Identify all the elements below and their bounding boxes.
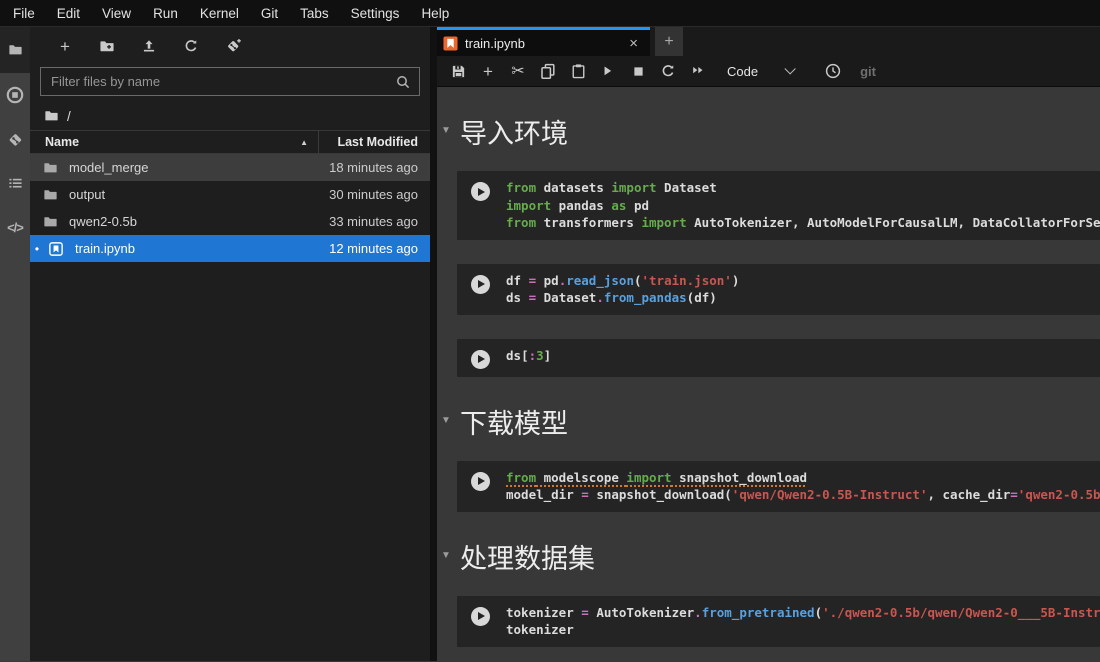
tab-train-ipynb[interactable]: train.ipynb × (437, 27, 650, 56)
folder-icon (38, 215, 62, 229)
folder-icon (38, 188, 62, 202)
folder-icon (38, 161, 62, 175)
file-browser-panel: + / Name ▲ Last Modified model_merge18 m… (30, 27, 430, 661)
file-name: output (62, 187, 312, 202)
file-list: model_merge18 minutes agooutput30 minute… (30, 154, 430, 262)
refresh-icon[interactable] (170, 31, 212, 61)
section-heading: 处理数据集 (460, 540, 595, 578)
menu-view[interactable]: View (91, 0, 142, 27)
code-cell[interactable]: tokenizer = AutoTokenizer.from_pretraine… (457, 596, 1100, 647)
sort-ascending-icon: ▲ (300, 138, 308, 147)
tab-bar: train.ipynb × + (437, 27, 1100, 56)
menu-run[interactable]: Run (142, 0, 189, 27)
menu-bar: FileEditViewRunKernelGitTabsSettingsHelp (0, 0, 1100, 27)
menu-git[interactable]: Git (250, 0, 289, 27)
cut-cells-icon[interactable]: ✂ (503, 58, 533, 84)
file-list-header: Name ▲ Last Modified (30, 130, 430, 154)
paste-cells-icon[interactable] (563, 58, 593, 84)
running-dot: • (30, 242, 44, 256)
menu-kernel[interactable]: Kernel (189, 0, 250, 27)
code-editor[interactable]: df = pd.read_json('train.json')ds = Data… (506, 272, 739, 307)
file-name: train.ipynb (68, 241, 312, 256)
notebook-content: ▼ 导入环境 from datasets import Datasetimport … (437, 87, 1100, 661)
close-tab-icon[interactable]: × (625, 35, 642, 52)
new-tab-button[interactable]: + (655, 27, 683, 56)
insert-cell-icon[interactable]: + (473, 58, 503, 84)
run-cell-icon[interactable] (471, 275, 490, 294)
search-icon (395, 74, 411, 90)
code-cell[interactable]: from datasets import Datasetimport panda… (457, 171, 1100, 240)
filter-files-input[interactable] (51, 74, 395, 89)
run-cell-icon[interactable] (471, 182, 490, 201)
collapse-section-icon[interactable]: ▼ (441, 415, 453, 426)
column-header-last-modified[interactable]: Last Modified (318, 130, 430, 154)
new-folder-icon[interactable] (86, 31, 128, 61)
file-name: qwen2-0.5b (62, 214, 312, 229)
menu-settings[interactable]: Settings (340, 0, 411, 27)
activity-bar: </> (0, 27, 30, 661)
menu-file[interactable]: File (2, 0, 46, 27)
file-name: model_merge (62, 160, 312, 175)
run-cell-icon[interactable] (593, 58, 623, 84)
last-modified: 30 minutes ago (312, 187, 430, 202)
file-row-model_merge[interactable]: model_merge18 minutes ago (30, 154, 430, 181)
section-heading: 导入环境 (460, 115, 568, 153)
home-folder-icon[interactable] (43, 109, 60, 123)
last-modified: 18 minutes ago (312, 160, 430, 175)
new-launcher-icon[interactable]: + (44, 31, 86, 61)
notebook-toolbar: +✂ Code git (437, 56, 1100, 87)
markdown-cell[interactable]: ▼ 下载模型 (441, 405, 1100, 443)
breadcrumb[interactable]: / (30, 102, 430, 130)
code-editor[interactable]: ds[:3] (506, 347, 551, 369)
menu-edit[interactable]: Edit (46, 0, 91, 27)
last-modified: 33 minutes ago (312, 214, 430, 229)
markdown-cell[interactable]: ▼ 处理数据集 (441, 540, 1100, 578)
breadcrumb-root[interactable]: / (67, 109, 71, 124)
column-header-name[interactable]: Name ▲ (30, 135, 318, 149)
file-row-train.ipynb[interactable]: • train.ipynb12 minutes ago (30, 235, 430, 262)
code-editor[interactable]: from datasets import Datasetimport panda… (506, 179, 1100, 232)
interrupt-kernel-icon[interactable] (623, 58, 653, 84)
collapse-section-icon[interactable]: ▼ (441, 125, 453, 136)
collapse-section-icon[interactable]: ▼ (441, 550, 453, 561)
restart-run-all-icon[interactable] (683, 58, 713, 84)
code-editor[interactable]: tokenizer = AutoTokenizer.from_pretraine… (506, 604, 1100, 639)
history-clock-icon[interactable] (818, 58, 848, 84)
section-heading: 下载模型 (460, 405, 568, 443)
sidebar-extensions-icon[interactable]: </> (0, 205, 30, 249)
menu-tabs[interactable]: Tabs (289, 0, 340, 27)
tab-title: train.ipynb (465, 36, 618, 51)
upload-icon[interactable] (128, 31, 170, 61)
panel-divider[interactable] (430, 27, 437, 661)
filter-box (40, 67, 420, 96)
restart-kernel-icon[interactable] (653, 58, 683, 84)
sidebar-file-browser-icon[interactable] (0, 27, 30, 73)
run-cell-icon[interactable] (471, 350, 490, 369)
git-toolbar-label[interactable]: git (860, 64, 876, 79)
run-cell-icon[interactable] (471, 607, 490, 626)
git-init-icon[interactable] (212, 31, 254, 61)
menu-help[interactable]: Help (410, 0, 460, 27)
save-icon[interactable] (443, 58, 473, 84)
notebook-icon (44, 242, 68, 256)
file-row-output[interactable]: output30 minutes ago (30, 181, 430, 208)
document-area: train.ipynb × + +✂ Code git ▼导入环境from da… (437, 27, 1100, 661)
file-row-qwen2-0.5b[interactable]: qwen2-0.5b33 minutes ago (30, 208, 430, 235)
last-modified: 12 minutes ago (312, 241, 430, 256)
main-row: </> + / Name ▲ Last Modified model_merge… (0, 27, 1100, 661)
chevron-down-icon[interactable] (785, 63, 796, 74)
run-cell-icon[interactable] (471, 472, 490, 491)
sidebar-running-kernels-icon[interactable] (0, 73, 30, 117)
markdown-cell[interactable]: ▼ 导入环境 (441, 115, 1100, 153)
code-editor[interactable]: from modelscope import snapshot_download… (506, 469, 1100, 504)
sidebar-table-of-contents-icon[interactable] (0, 161, 30, 205)
copy-cells-icon[interactable] (533, 58, 563, 84)
code-cell[interactable]: df = pd.read_json('train.json')ds = Data… (457, 264, 1100, 315)
cell-type-select[interactable]: Code (727, 64, 758, 79)
code-cell[interactable]: from modelscope import snapshot_download… (457, 461, 1100, 512)
notebook-icon (443, 36, 458, 51)
sidebar-git-icon[interactable] (0, 117, 30, 161)
file-browser-toolbar: + (30, 27, 430, 65)
code-cell[interactable]: ds[:3] (457, 339, 1100, 377)
